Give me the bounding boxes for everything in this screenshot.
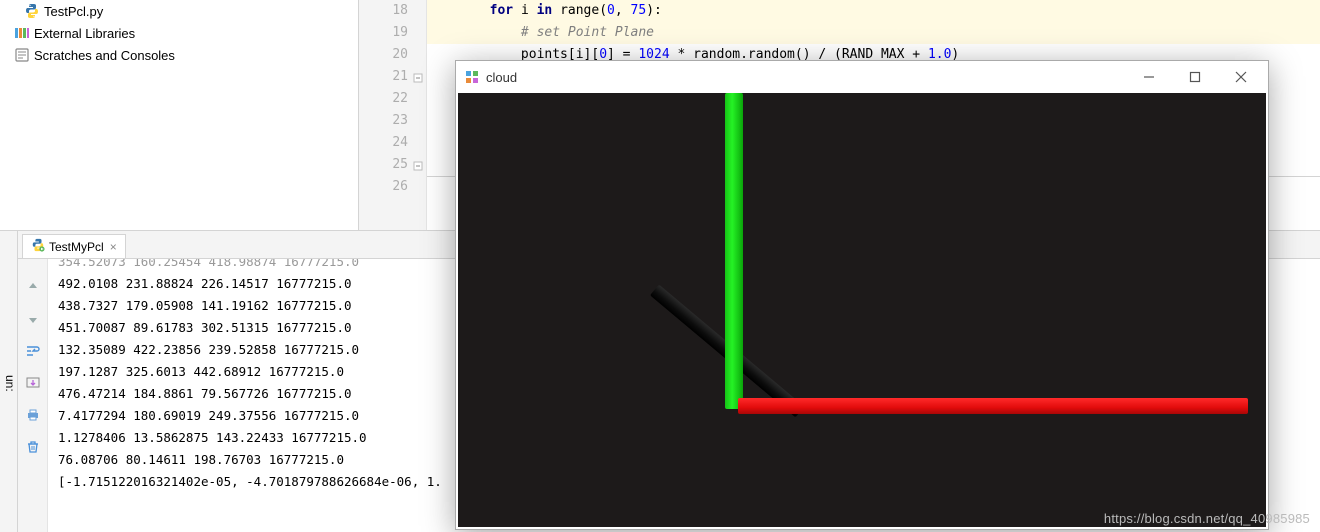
gutter-line: 24 xyxy=(359,132,426,154)
close-button[interactable] xyxy=(1218,63,1264,91)
python-file-icon xyxy=(24,3,40,19)
watermark: https://blog.csdn.net/qq_40985985 xyxy=(1104,511,1310,526)
gutter-line: 22 xyxy=(359,88,426,110)
export-button[interactable] xyxy=(23,373,43,393)
scratches-icon xyxy=(14,47,30,63)
gutter-line: 18 xyxy=(359,0,426,22)
run-tab-testmypcl[interactable]: TestMyPcl × xyxy=(22,234,126,258)
tree-item-label: Scratches and Consoles xyxy=(34,48,175,63)
cloud-app-icon xyxy=(464,69,480,85)
tree-item-label: External Libraries xyxy=(34,26,135,41)
axis-y xyxy=(725,93,743,409)
editor-gutter: 18 19 20 21 22 23 24 25 26 xyxy=(359,0,427,230)
code-line: # set Point Plane xyxy=(427,22,1320,44)
gutter-line: 23 xyxy=(359,110,426,132)
maximize-button[interactable] xyxy=(1172,63,1218,91)
run-tab-label: TestMyPcl xyxy=(49,240,104,254)
run-tool-column xyxy=(18,259,48,532)
tree-item-label: TestPcl.py xyxy=(44,4,103,19)
gutter-line: 21 xyxy=(359,66,426,88)
cloud-titlebar[interactable]: cloud xyxy=(456,61,1268,93)
close-icon[interactable]: × xyxy=(110,240,117,254)
gutter-line: 25 xyxy=(359,154,426,176)
cloud-3d-viewport[interactable] xyxy=(458,93,1266,527)
print-button[interactable] xyxy=(23,405,43,425)
soft-wrap-button[interactable] xyxy=(23,341,43,361)
scroll-up-button[interactable] xyxy=(23,277,43,297)
cloud-window-title: cloud xyxy=(486,70,1120,85)
external-libraries-icon xyxy=(14,25,30,41)
fold-handle-icon[interactable] xyxy=(412,158,424,170)
minimize-button[interactable] xyxy=(1126,63,1172,91)
run-tool-label[interactable]: un: xyxy=(0,231,18,532)
axis-x xyxy=(738,398,1248,414)
python-run-icon xyxy=(31,238,45,255)
tree-item-external-libraries[interactable]: External Libraries xyxy=(6,22,352,44)
gutter-line: 26 xyxy=(359,176,426,198)
tree-item-scratches[interactable]: Scratches and Consoles xyxy=(6,44,352,66)
scroll-down-button[interactable] xyxy=(23,309,43,329)
cloud-viewer-window[interactable]: cloud xyxy=(455,60,1269,530)
gutter-line: 20 xyxy=(359,44,426,66)
project-tree[interactable]: TestPcl.py External Libraries Scratches … xyxy=(0,0,358,230)
fold-handle-icon[interactable] xyxy=(412,70,424,82)
code-line: for i in range(0, 75): xyxy=(427,0,1320,22)
tree-item-testpcl[interactable]: TestPcl.py xyxy=(6,0,352,22)
gutter-line: 19 xyxy=(359,22,426,44)
trash-button[interactable] xyxy=(23,437,43,457)
